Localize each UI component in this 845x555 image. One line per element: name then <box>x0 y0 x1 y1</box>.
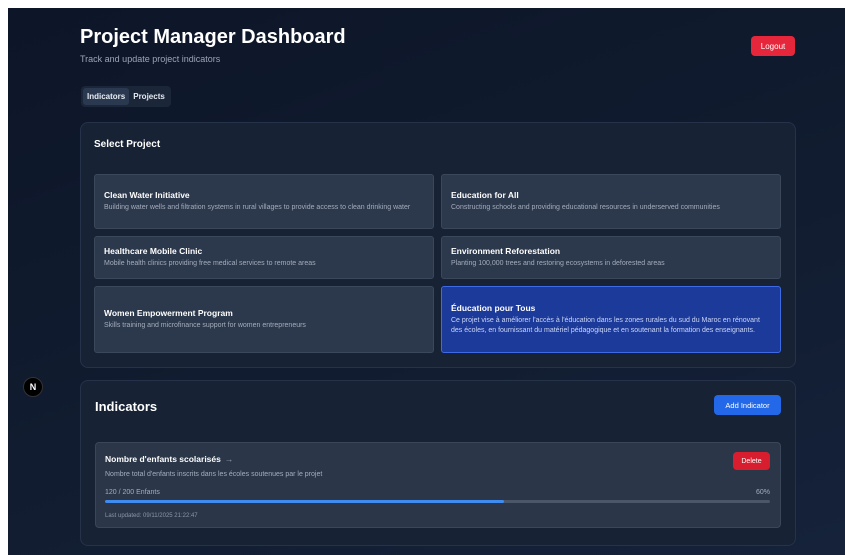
next-logo-icon[interactable]: N <box>23 377 43 397</box>
project-card-clean-water[interactable]: Clean Water Initiative Building water we… <box>94 174 434 229</box>
project-card-women-empowerment[interactable]: Women Empowerment Program Skills trainin… <box>94 286 434 353</box>
page-title: Project Manager Dashboard <box>80 26 346 48</box>
project-name: Éducation pour Tous <box>451 303 536 313</box>
project-name: Women Empowerment Program <box>104 308 233 318</box>
page-subtitle: Track and update project indicators <box>80 54 221 64</box>
add-indicator-button[interactable]: Add Indicator <box>714 395 781 415</box>
project-description: Mobile health clinics providing free med… <box>104 260 316 267</box>
indicator-name[interactable]: Nombre d'enfants scolarisés → <box>105 454 233 464</box>
last-updated-text: Last updated: 09/11/2025 21:22:47 <box>105 513 198 519</box>
arrow-right-icon: → <box>224 454 234 464</box>
dashboard-screen: Project Manager Dashboard Track and upda… <box>8 8 845 555</box>
progress-value-text: 120 / 200 Enfants <box>105 489 160 496</box>
project-description: Skills training and microfinance support… <box>104 322 306 329</box>
badge-letter: N <box>29 382 37 392</box>
project-description: Constructing schools and providing educa… <box>451 204 720 211</box>
indicator-description: Nombre total d'enfants inscrits dans les… <box>105 471 323 478</box>
project-card-healthcare[interactable]: Healthcare Mobile Clinic Mobile health c… <box>94 236 434 279</box>
progress-percent: 60% <box>755 489 770 496</box>
select-project-card: Select Project Clean Water Initiative Bu… <box>80 122 796 368</box>
select-project-title: Select Project <box>94 139 161 150</box>
page-header: Project Manager Dashboard Track and upda… <box>80 26 346 64</box>
delete-indicator-button[interactable]: Delete <box>733 452 770 470</box>
progress-bar-fill <box>105 500 504 503</box>
project-card-reforestation[interactable]: Environment Reforestation Planting 100,0… <box>441 236 781 279</box>
project-name: Environment Reforestation <box>451 246 561 256</box>
indicators-title: Indicators <box>95 399 158 414</box>
project-description: Ce projet vise à améliorer l'accès à l'é… <box>451 317 760 334</box>
project-card-education-pour-tous[interactable]: Éducation pour Tous Ce projet vise à amé… <box>441 286 781 353</box>
project-description: Planting 100,000 trees and restoring eco… <box>451 260 665 267</box>
progress-bar-track <box>105 500 770 503</box>
project-name: Education for All <box>451 190 519 200</box>
indicators-card: Indicators Add Indicator Nombre d'enfant… <box>80 380 796 546</box>
tab-bar: Indicators Projects <box>81 86 171 107</box>
tab-projects[interactable]: Projects <box>129 88 169 105</box>
project-description: Building water wells and filtration syst… <box>104 204 411 211</box>
tab-indicators[interactable]: Indicators <box>83 88 130 105</box>
indicator-item: Nombre d'enfants scolarisés → Nombre tota… <box>95 442 781 528</box>
project-card-education-for-all[interactable]: Education for All Constructing schools a… <box>441 174 781 229</box>
indicator-name-text: Nombre d'enfants scolarisés <box>105 454 221 464</box>
project-name: Healthcare Mobile Clinic <box>104 246 203 256</box>
project-name: Clean Water Initiative <box>104 190 190 200</box>
logout-button[interactable]: Logout <box>751 36 795 56</box>
